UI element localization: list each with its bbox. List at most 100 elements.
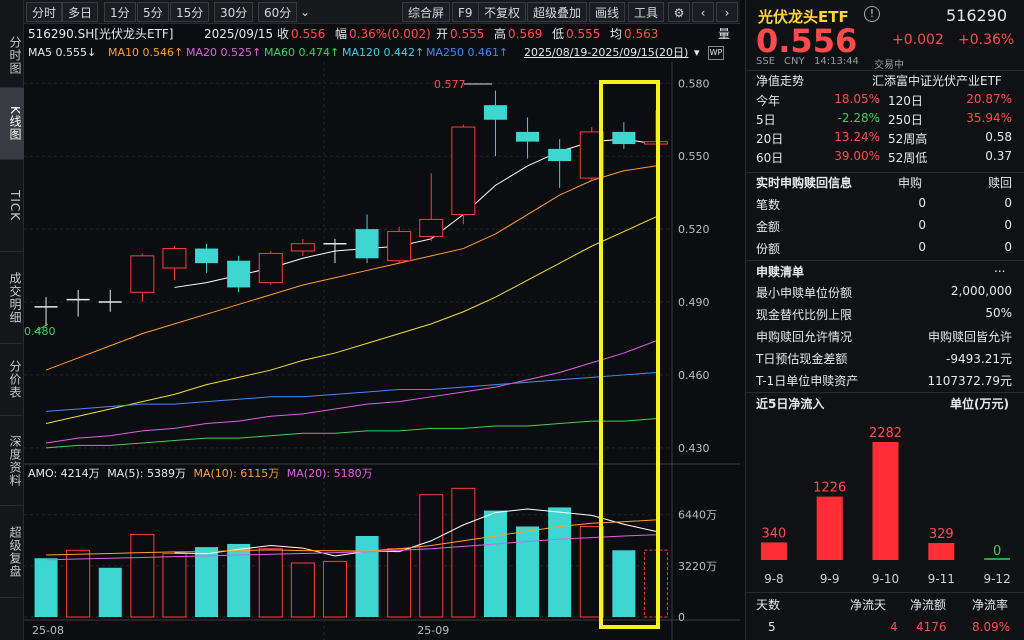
- chevron-right-icon[interactable]: ›: [716, 2, 738, 22]
- volume-bar: [420, 495, 443, 617]
- perf-label: 120日: [888, 92, 923, 109]
- last-price: 0.556: [756, 22, 857, 60]
- stats-value: 8.09%: [972, 620, 1010, 634]
- period-tab-60min[interactable]: 60分: [258, 2, 297, 22]
- volume-bar: [67, 550, 90, 617]
- price-change: +0.002: [892, 32, 944, 48]
- net-inflow-chart: 3409-812269-922829-103299-1109-12: [746, 412, 1024, 590]
- inflow-date-label: 9-8: [764, 572, 784, 586]
- perf-value: 35.94%: [936, 111, 1012, 125]
- sub-row-value: 0: [896, 218, 926, 232]
- perf-value: 20.87%: [936, 92, 1012, 106]
- perf-label: 今年: [756, 92, 780, 109]
- sidebar-item-trades[interactable]: 成交明细: [0, 252, 24, 344]
- sidebar-item-replay[interactable]: 超级复盘: [0, 506, 24, 598]
- sidebar-item-depth[interactable]: 深度资料: [0, 416, 24, 506]
- candle: [227, 256, 250, 292]
- perf-label: 52周低: [888, 149, 927, 166]
- ma5-legend: MA5 0.555↓: [28, 44, 96, 62]
- perf-value: 39.00%: [806, 149, 880, 163]
- list-row-label: 最小申赎单位份额: [756, 284, 852, 301]
- left-sidebar: 分时图 K线图 TICK 成交明细 分价表 深度资料 超级复盘: [0, 0, 24, 640]
- gear-icon[interactable]: ⚙: [668, 2, 690, 22]
- inflow-date-label: 9-9: [820, 572, 840, 586]
- info-icon[interactable]: !: [864, 6, 880, 22]
- perf-label: 20日: [756, 130, 783, 147]
- chevron-left-icon[interactable]: ‹: [692, 2, 714, 22]
- tools-button[interactable]: 工具: [628, 2, 664, 22]
- stats-header: 天数: [756, 596, 780, 613]
- period-tab-multiday[interactable]: 多日: [62, 2, 98, 22]
- currency: CNY: [784, 56, 805, 67]
- candle-body: [291, 244, 314, 251]
- candle-body: [548, 149, 571, 161]
- amo-value: AMO: 4214万: [28, 467, 100, 480]
- sidebar-item-timeshare[interactable]: 分时图: [0, 24, 24, 88]
- kline-chart[interactable]: 0.5800.5500.5200.4900.4600.430 6440万3220…: [24, 62, 740, 640]
- sidebar-item-price-table[interactable]: 分价表: [0, 344, 24, 416]
- super-overlay-button[interactable]: 超级叠加: [527, 2, 587, 22]
- redeem-row-value: 0: [982, 196, 1012, 210]
- list-row-value: 1107372.79元: [896, 372, 1012, 389]
- volume-bar: [291, 563, 314, 617]
- volume-bar: [195, 547, 218, 617]
- volume-bar: [131, 534, 154, 617]
- trading-status: 交易中: [874, 56, 904, 71]
- composite-screen-button[interactable]: 综合屏: [402, 2, 450, 22]
- inflow-value-label: 0: [993, 544, 1001, 559]
- no-adjust-button[interactable]: 不复权: [478, 2, 526, 22]
- period-tab-30min[interactable]: 30分: [214, 2, 253, 22]
- period-tab-timeshare[interactable]: 分时: [26, 2, 62, 22]
- period-tab-1min[interactable]: 1分: [104, 2, 136, 22]
- inflow-value-label: 340: [761, 526, 786, 541]
- list-row-value: 申购赎回皆允许: [896, 328, 1012, 345]
- quote-info-bar: 516290.SH[光伏龙头ETF] 2025/09/15 收 0.556 幅 …: [24, 24, 740, 44]
- f9-button[interactable]: F9: [452, 2, 479, 22]
- period-tab-5min[interactable]: 5分: [137, 2, 169, 22]
- sub-row-value: 0: [896, 240, 926, 254]
- price-change-pct: +0.36%: [958, 32, 1014, 48]
- list-row-value: 50%: [896, 306, 1012, 320]
- x-tick-label: 25-09: [417, 624, 449, 637]
- high-value: 0.569: [508, 24, 542, 44]
- candle: [388, 227, 411, 263]
- draw-line-button[interactable]: 画线: [589, 2, 625, 22]
- candle: [452, 125, 475, 225]
- nav-title[interactable]: 净值走势: [756, 72, 804, 89]
- wp-icon[interactable]: WP: [708, 46, 724, 60]
- min-price-label: 0.480: [24, 325, 56, 338]
- caret-down-icon[interactable]: ▾: [694, 44, 700, 62]
- flow-title: 近5日净流入: [756, 395, 824, 412]
- sub-row-label: 份额: [756, 240, 780, 257]
- ma250-legend: MA250 0.461↑: [426, 44, 508, 62]
- price-tick-label: 0.490: [678, 296, 710, 309]
- price-tick-label: 0.460: [678, 369, 710, 382]
- redeem-row-value: 0: [982, 240, 1012, 254]
- chevron-down-icon[interactable]: ⌄: [296, 2, 314, 22]
- open-label: 开: [436, 24, 448, 44]
- volume-bar: [452, 488, 475, 617]
- sub-row-label: 金额: [756, 218, 780, 235]
- perf-value: 13.24%: [806, 130, 880, 144]
- close-value: 0.556: [291, 24, 325, 44]
- close-label: 收: [277, 24, 289, 44]
- list-row-value: -9493.21元: [896, 350, 1012, 367]
- perf-value: 0.58: [936, 130, 1012, 144]
- stats-header: 净流额: [910, 596, 946, 613]
- period-tab-15min[interactable]: 15分: [170, 2, 209, 22]
- inflow-value-label: 2282: [869, 426, 902, 441]
- candle-body: [356, 229, 379, 258]
- list-row-label: 申购赎回允许情况: [756, 328, 852, 345]
- candle-body: [420, 219, 443, 236]
- date-range[interactable]: 2025/08/19-2025/09/15(20日): [524, 44, 688, 62]
- sidebar-item-kline[interactable]: K线图: [0, 88, 24, 160]
- low-label: 低: [552, 24, 564, 44]
- candle-body: [452, 127, 475, 214]
- perf-label: 60日: [756, 149, 783, 166]
- volume-bar: [516, 526, 539, 617]
- volume-bar: [612, 550, 635, 617]
- vol-ma20-value: MA(20): 5180万: [287, 467, 373, 480]
- perf-label: 250日: [888, 111, 923, 128]
- sidebar-item-tick[interactable]: TICK: [0, 160, 24, 252]
- more-icon[interactable]: ...: [994, 261, 1005, 275]
